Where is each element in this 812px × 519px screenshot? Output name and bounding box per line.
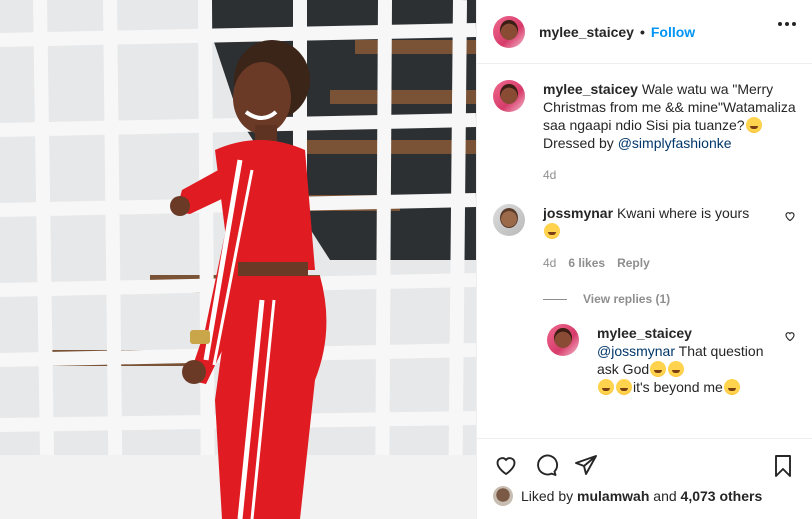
reply-mention-link[interactable]: @jossmynar <box>597 343 675 359</box>
caption-username[interactable]: mylee_staicey <box>543 81 638 97</box>
view-replies-label: View replies (1) <box>583 292 671 306</box>
action-bar <box>477 438 812 478</box>
reply-like-heart-icon[interactable] <box>784 330 796 342</box>
heart-icon[interactable] <box>493 453 519 477</box>
likes-summary: Liked by mulamwah and 4,073 others <box>493 486 762 506</box>
comment-likes[interactable]: 6 likes <box>568 254 605 272</box>
reply-item: mylee_staicey @jossmynar That question a… <box>547 324 796 396</box>
likes-user-link[interactable]: mulamwah <box>577 488 649 504</box>
grinning-squinting-face-emoji-icon <box>723 379 740 395</box>
author-username[interactable]: mylee_staicey <box>539 24 634 40</box>
comment-like-heart-icon[interactable] <box>784 210 796 222</box>
grinning-face-emoji-icon <box>745 117 762 133</box>
separator-dot: • <box>639 23 645 40</box>
caption-dressed-by: Dressed by <box>543 135 614 151</box>
post-container: mylee_staicey • Follow mylee_staicey Wal… <box>0 0 812 519</box>
liker-avatar[interactable] <box>493 486 513 506</box>
rofl-emoji-icon <box>616 379 632 395</box>
author-avatar[interactable] <box>493 15 525 48</box>
post-header: mylee_staicey • Follow <box>477 0 812 64</box>
grinning-squinting-face-emoji-icon <box>544 223 560 239</box>
bookmark-icon[interactable] <box>771 453 795 479</box>
post-photo[interactable] <box>0 0 476 519</box>
reply-avatar[interactable] <box>547 324 579 356</box>
comment-username[interactable]: jossmynar <box>543 205 613 221</box>
caption-avatar[interactable] <box>493 80 525 112</box>
follow-button[interactable]: Follow <box>651 24 695 40</box>
view-replies-line <box>543 298 567 300</box>
comment-item: jossmynar Kwani where is yours 4d 6 like… <box>493 204 796 272</box>
post-photo-illustration <box>0 0 476 519</box>
likes-count-link[interactable]: 4,073 others <box>681 488 763 504</box>
share-icon[interactable] <box>573 453 599 477</box>
caption-time[interactable]: 4d <box>543 166 556 184</box>
comment-reply-button[interactable]: Reply <box>617 254 650 272</box>
caption: mylee_staicey Wale watu wa "Merry Christ… <box>493 80 796 184</box>
reply-text-2: it's beyond me <box>633 379 723 395</box>
comment-time[interactable]: 4d <box>543 254 556 272</box>
reply-username[interactable]: mylee_staicey <box>597 325 692 341</box>
comment-icon[interactable] <box>533 453 559 477</box>
caption-mention-link[interactable]: @simplyfashionke <box>618 135 732 151</box>
likes-prefix: Liked by <box>521 488 574 504</box>
post-sidebar: mylee_staicey • Follow mylee_staicey Wal… <box>476 0 812 519</box>
rofl-emoji-icon <box>650 361 667 377</box>
rofl-emoji-icon <box>668 361 685 377</box>
view-replies-button[interactable]: View replies (1) <box>543 292 796 306</box>
comments-list: mylee_staicey Wale watu wa "Merry Christ… <box>477 64 812 437</box>
rofl-emoji-icon <box>598 379 614 395</box>
more-options-icon[interactable] <box>778 22 796 26</box>
likes-and: and <box>653 488 677 504</box>
commenter-avatar[interactable] <box>493 204 525 236</box>
comment-text: Kwani where is yours <box>616 205 750 221</box>
